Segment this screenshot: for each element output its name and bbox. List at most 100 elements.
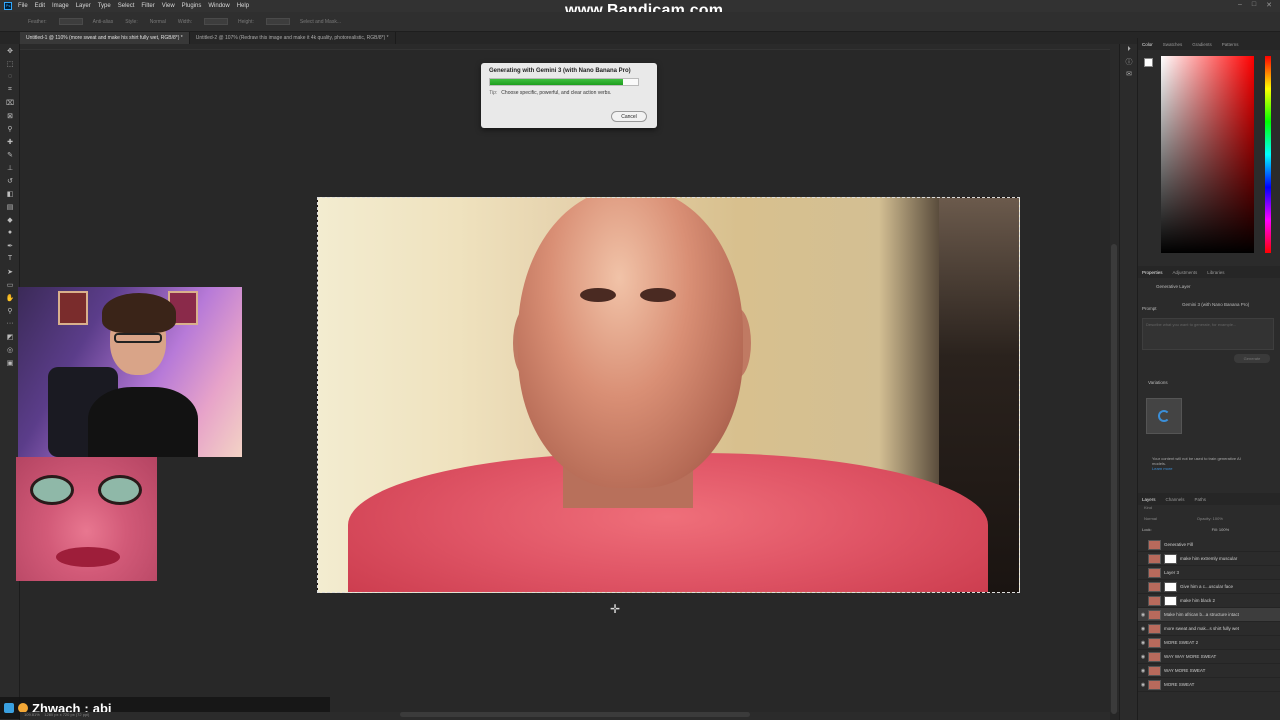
eyedropper-tool-icon[interactable]: ⚲	[0, 122, 20, 135]
prompt-input[interactable]: Describe what you want to generate, for …	[1142, 318, 1274, 350]
layer-row[interactable]: ◉ Make him african b...a structure intact	[1138, 608, 1280, 622]
layer-row[interactable]: ◉ MORE SWEAT	[1138, 678, 1280, 692]
feather-input[interactable]	[58, 18, 83, 25]
horizontal-scrollbar[interactable]	[400, 712, 750, 717]
layer-row[interactable]: ◉ MORE SWEAT 2	[1138, 636, 1280, 650]
menu-image[interactable]: Image	[52, 3, 69, 9]
brush-tool-icon[interactable]: ✎	[0, 148, 20, 161]
object-select-tool-icon[interactable]: ⌗	[0, 83, 20, 96]
dodge-tool-icon[interactable]: ●	[0, 226, 20, 239]
zoom-level[interactable]: 109.81%	[24, 712, 40, 717]
maximize-icon[interactable]: □	[1252, 1, 1256, 9]
visibility-eye-icon[interactable]: ◉	[1138, 626, 1148, 632]
menu-filter[interactable]: Filter	[141, 3, 154, 9]
tab-untitled-2[interactable]: Untitled-2 @ 107% (Redraw this image and…	[190, 32, 396, 44]
vertical-scrollbar[interactable]	[1110, 44, 1119, 714]
menu-plugins[interactable]: Plugins	[182, 3, 202, 9]
tab-properties[interactable]: Properties	[1142, 270, 1163, 275]
layer-row[interactable]: Layer 3	[1138, 566, 1280, 580]
layer-row[interactable]: Generative Fill	[1138, 538, 1280, 552]
comments-icon[interactable]: ✉	[1120, 68, 1138, 80]
tab-adjustments[interactable]: Adjustments	[1173, 270, 1198, 275]
width-input[interactable]	[204, 18, 229, 25]
model-select[interactable]: Gemini 3 (with Nano Banana Pro)	[1182, 302, 1249, 307]
clone-stamp-tool-icon[interactable]: ⊥	[0, 161, 20, 174]
tab-paths[interactable]: Paths	[1195, 497, 1207, 502]
visibility-eye-icon[interactable]: ◉	[1138, 668, 1148, 674]
screen-mode-icon[interactable]: ▣	[0, 356, 20, 369]
height-input[interactable]	[265, 18, 290, 25]
crop-tool-icon[interactable]: ⌧	[0, 96, 20, 109]
blur-tool-icon[interactable]: ◆	[0, 213, 20, 226]
marquee-tool-icon[interactable]: ⬚	[0, 57, 20, 70]
sweaty-head	[518, 198, 743, 488]
opacity-field[interactable]: Opacity: 100%	[1197, 516, 1223, 527]
visibility-eye-icon[interactable]: ◉	[1138, 612, 1148, 618]
frame-tool-icon[interactable]: ⊠	[0, 109, 20, 122]
tab-libraries[interactable]: Libraries	[1207, 270, 1224, 275]
color-swatches-icon[interactable]: ◩	[0, 330, 20, 343]
tab-channels[interactable]: Channels	[1166, 497, 1185, 502]
anti-alias-checkbox[interactable]: Anti-alias	[93, 19, 114, 25]
foreground-color-swatch[interactable]	[1144, 58, 1153, 67]
visibility-eye-icon[interactable]: ◉	[1138, 682, 1148, 688]
visibility-eye-icon[interactable]: ◉	[1138, 640, 1148, 646]
hand-tool-icon[interactable]: ✋	[0, 291, 20, 304]
layer-row[interactable]: ◉ more sweat and mak...s shirt fully wet	[1138, 622, 1280, 636]
hue-slider[interactable]	[1265, 56, 1271, 253]
close-icon[interactable]: ✕	[1266, 1, 1272, 9]
layer-row[interactable]: make him black 2	[1138, 594, 1280, 608]
gradient-tool-icon[interactable]: ▤	[0, 200, 20, 213]
type-tool-icon[interactable]: T	[0, 252, 20, 265]
visibility-eye-icon[interactable]: ◉	[1138, 654, 1148, 660]
pen-tool-icon[interactable]: ✒	[0, 239, 20, 252]
more-tools-icon[interactable]: ···	[0, 317, 20, 330]
menu-file[interactable]: File	[18, 3, 28, 9]
variation-thumbnail[interactable]	[1146, 398, 1182, 434]
select-and-mask-button[interactable]: Select and Mask...	[300, 19, 341, 25]
scroll-thumb[interactable]	[1111, 244, 1117, 714]
tab-gradients[interactable]: Gradients	[1192, 42, 1212, 47]
minimize-icon[interactable]: –	[1238, 1, 1242, 9]
tab-layers[interactable]: Layers	[1142, 497, 1156, 502]
color-picker-field[interactable]	[1161, 56, 1254, 253]
healing-tool-icon[interactable]: ✚	[0, 135, 20, 148]
move-tool-icon[interactable]: ✥	[0, 44, 20, 57]
tab-patterns[interactable]: Patterns	[1222, 42, 1239, 47]
shape-tool-icon[interactable]: ▭	[0, 278, 20, 291]
history-icon[interactable]: ⏵	[1120, 44, 1138, 56]
tab-color[interactable]: Color	[1142, 42, 1153, 47]
path-select-tool-icon[interactable]: ➤	[0, 265, 20, 278]
document-image[interactable]	[317, 197, 1020, 593]
layer-row[interactable]: Give him a c...uscular face	[1138, 580, 1280, 594]
lasso-tool-icon[interactable]: ◌	[0, 70, 20, 83]
menu-type[interactable]: Type	[98, 3, 111, 9]
layer-thumbnail	[1148, 567, 1161, 578]
layer-mask-thumbnail[interactable]	[1164, 581, 1177, 592]
layer-row[interactable]: ◉ WAY WAY MORE SWEAT	[1138, 650, 1280, 664]
layer-row[interactable]: ◉ WAY MORE SWEAT	[1138, 664, 1280, 678]
history-brush-tool-icon[interactable]: ↺	[0, 174, 20, 187]
menu-layer[interactable]: Layer	[76, 3, 91, 9]
zoom-tool-icon[interactable]: ⚲	[0, 304, 20, 317]
menu-window[interactable]: Window	[208, 3, 229, 9]
info-icon[interactable]: ⓘ	[1120, 56, 1138, 68]
menu-help[interactable]: Help	[237, 3, 249, 9]
tab-swatches[interactable]: Swatches	[1163, 42, 1183, 47]
cancel-button[interactable]: Cancel	[611, 111, 647, 122]
eraser-tool-icon[interactable]: ◧	[0, 187, 20, 200]
menu-select[interactable]: Select	[118, 3, 135, 9]
learn-more-link[interactable]: Learn more	[1152, 466, 1252, 471]
style-select[interactable]: Normal	[150, 19, 166, 25]
layer-row[interactable]: make him extremly muscular	[1138, 552, 1280, 566]
blend-mode-select[interactable]: Normal	[1144, 516, 1157, 527]
generate-button[interactable]: Generate	[1234, 354, 1270, 363]
menu-edit[interactable]: Edit	[35, 3, 45, 9]
quick-mask-icon[interactable]: ◎	[0, 343, 20, 356]
menu-view[interactable]: View	[162, 3, 175, 9]
layer-mask-thumbnail[interactable]	[1164, 553, 1177, 564]
layer-mask-thumbnail[interactable]	[1164, 595, 1177, 606]
tab-untitled-1[interactable]: Untitled-1 @ 110% (more sweat and make h…	[20, 32, 190, 44]
fill-field[interactable]: Fill: 100%	[1212, 527, 1230, 538]
layer-filter-kind[interactable]: Kind	[1138, 505, 1280, 516]
